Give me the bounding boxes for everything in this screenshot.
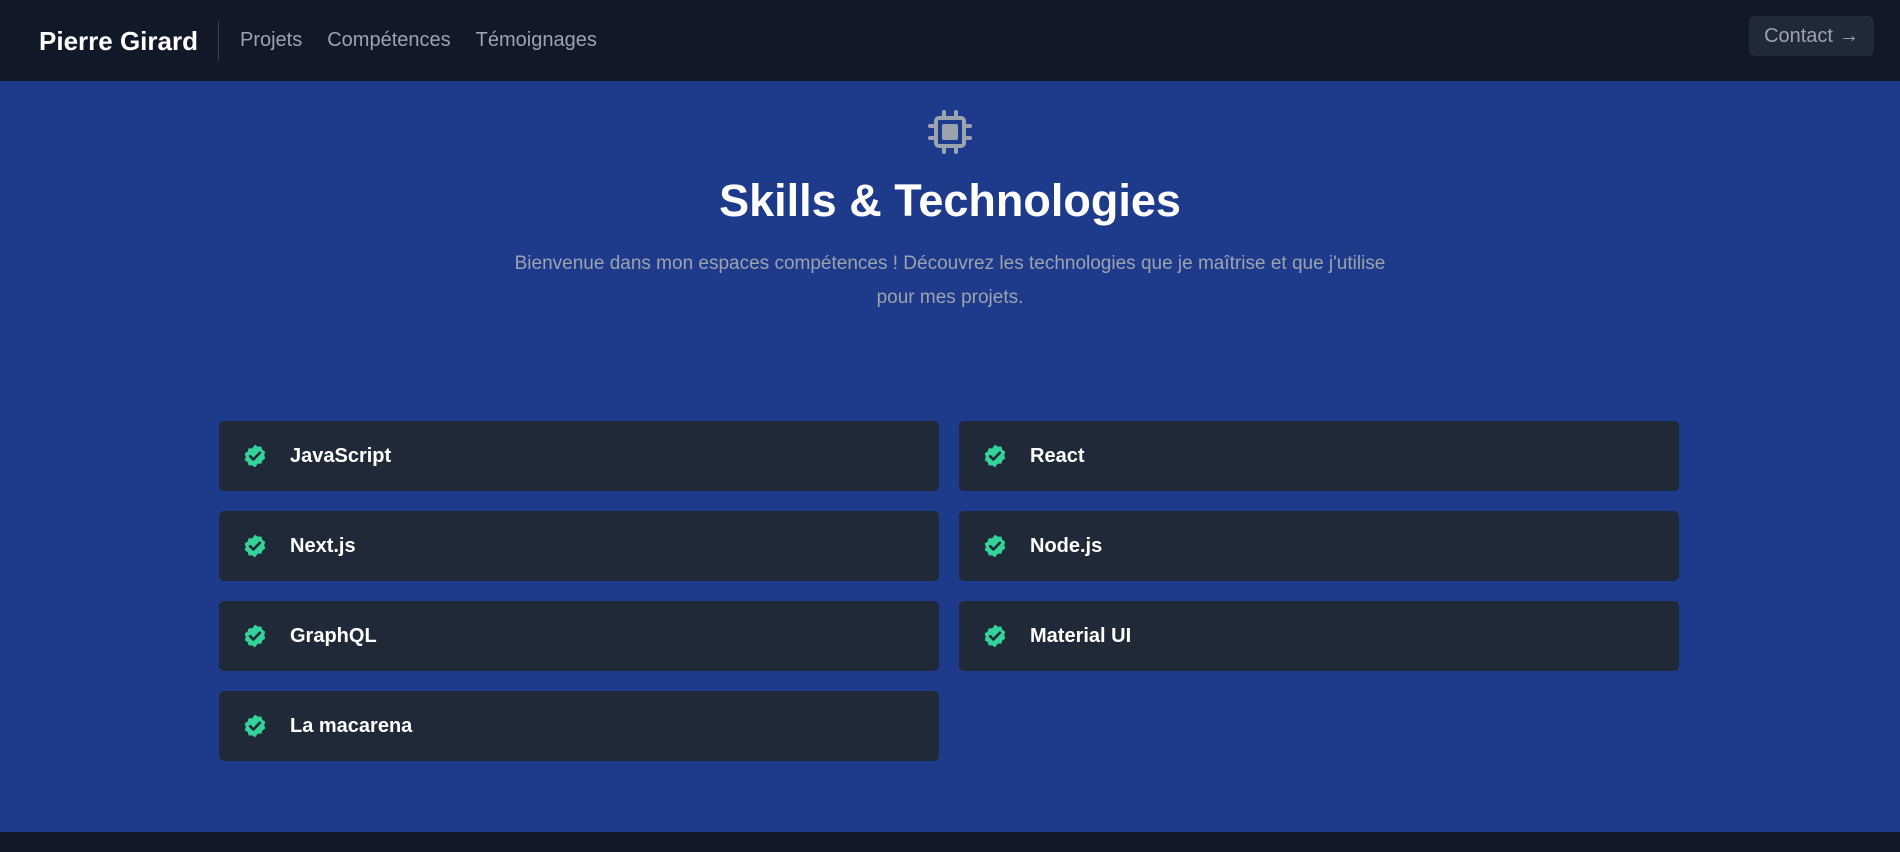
skill-label: React xyxy=(1030,444,1085,467)
nav-link-projets[interactable]: Projets xyxy=(240,29,302,52)
check-badge-icon xyxy=(984,444,1006,468)
arrow-right-icon: → xyxy=(1839,24,1859,47)
nav-links: Projets Compétences Témoignages xyxy=(240,29,622,52)
skill-card-javascript: JavaScript xyxy=(219,421,939,491)
section-description: Bienvenue dans mon espaces compétences !… xyxy=(490,247,1410,315)
skill-card-nextjs: Next.js xyxy=(219,511,939,581)
skills-section: Skills & Technologies Bienvenue dans mon… xyxy=(0,81,1900,832)
skills-grid: JavaScript React Next.js Node.js GraphQL… xyxy=(219,421,1679,761)
check-badge-icon xyxy=(244,714,266,738)
skill-label: Node.js xyxy=(1030,534,1103,557)
skill-label: Material UI xyxy=(1030,624,1132,647)
contact-button[interactable]: Contact → xyxy=(1749,16,1874,56)
nav-link-temoignages[interactable]: Témoignages xyxy=(476,29,597,52)
skill-label: Next.js xyxy=(290,534,356,557)
chip-icon xyxy=(928,110,972,154)
skill-card-react: React xyxy=(959,421,1679,491)
skill-label: GraphQL xyxy=(290,624,377,647)
skill-label: La macarena xyxy=(290,714,413,737)
skill-card-nodejs: Node.js xyxy=(959,511,1679,581)
skill-label: JavaScript xyxy=(290,444,392,467)
check-badge-icon xyxy=(984,624,1006,648)
check-badge-icon xyxy=(244,624,266,648)
nav-link-competences[interactable]: Compétences xyxy=(327,29,450,52)
check-badge-icon xyxy=(984,534,1006,558)
check-badge-icon xyxy=(244,534,266,558)
brand-name[interactable]: Pierre Girard xyxy=(39,20,219,61)
contact-button-label: Contact xyxy=(1764,24,1833,47)
footer xyxy=(0,832,1900,852)
check-badge-icon xyxy=(244,444,266,468)
section-description-line-2: pour mes projets. xyxy=(876,287,1024,308)
section-description-line-1: Bienvenue dans mon espaces compétences !… xyxy=(514,253,1386,274)
section-title: Skills & Technologies xyxy=(719,175,1181,226)
skill-card-graphql: GraphQL xyxy=(219,601,939,671)
skill-card-la-macarena: La macarena xyxy=(219,691,939,761)
navbar: Pierre Girard Projets Compétences Témoig… xyxy=(0,0,1900,81)
skill-card-material-ui: Material UI xyxy=(959,601,1679,671)
